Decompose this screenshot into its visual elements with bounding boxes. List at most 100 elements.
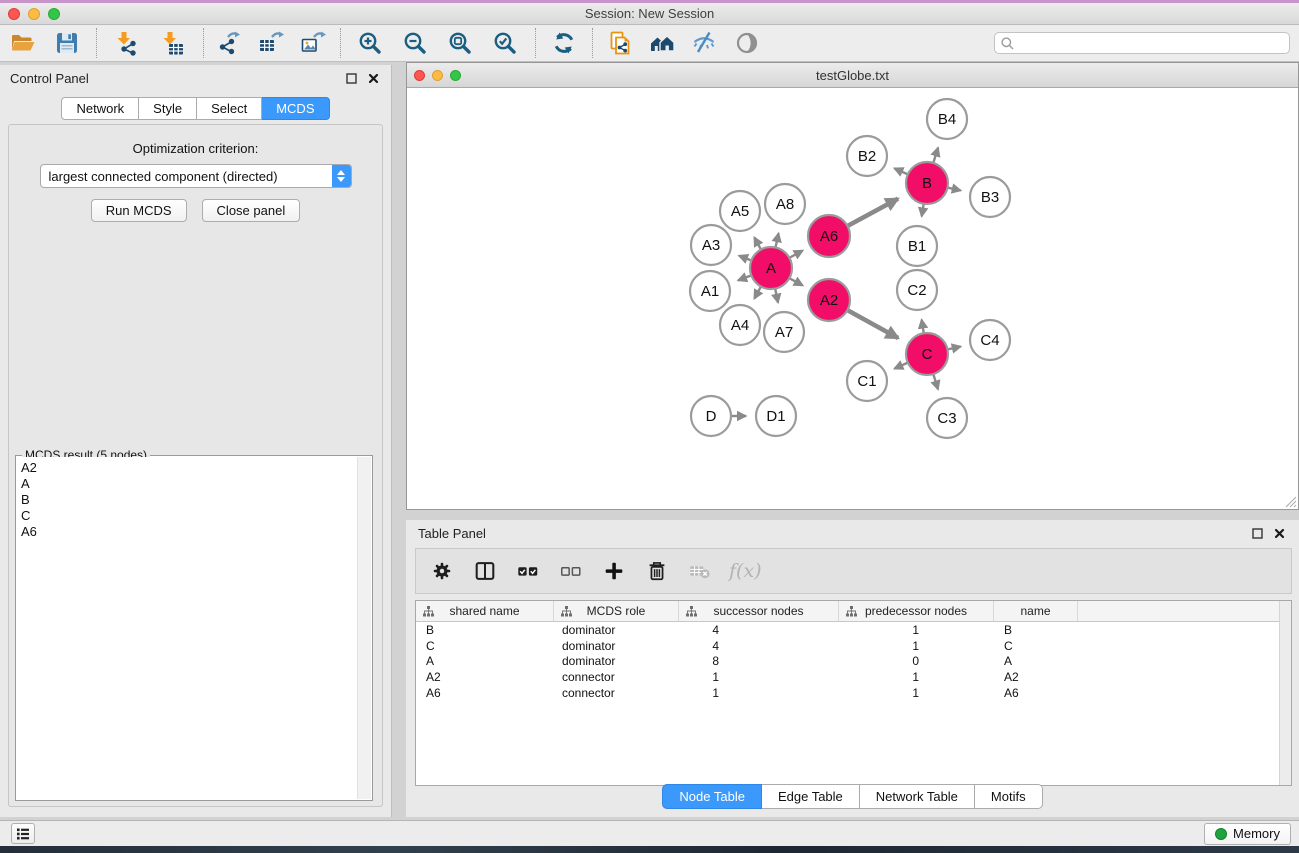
column-header-shared-name[interactable]: shared name — [416, 601, 554, 621]
graph-edge[interactable] — [775, 233, 778, 247]
table-cell: A2 — [994, 670, 1078, 684]
search-input[interactable] — [1015, 34, 1289, 52]
save-icon[interactable] — [52, 28, 82, 58]
graph-edge[interactable] — [847, 310, 898, 338]
tab-style[interactable]: Style — [139, 97, 197, 120]
graph-edge[interactable] — [922, 204, 924, 217]
criterion-dropdown[interactable]: largest connected component (directed) — [40, 164, 352, 188]
table-cell: B — [994, 623, 1078, 637]
graph-edge[interactable] — [754, 286, 761, 298]
eye-icon[interactable] — [732, 28, 762, 58]
graph-node-label: C2 — [907, 282, 926, 299]
delete-table-icon[interactable] — [686, 557, 714, 585]
import-table-icon[interactable] — [157, 28, 187, 58]
tab-motifs[interactable]: Motifs — [975, 784, 1043, 809]
result-scrollbar[interactable] — [357, 457, 371, 799]
table-cell: A6 — [994, 686, 1078, 700]
float-panel-icon[interactable] — [343, 70, 359, 86]
table-cell: C — [994, 639, 1078, 653]
result-item[interactable]: C — [21, 508, 357, 524]
table-scrollbar[interactable] — [1279, 601, 1291, 785]
add-icon[interactable] — [600, 557, 628, 585]
select-all-icon[interactable] — [514, 557, 542, 585]
graph-edge[interactable] — [947, 188, 960, 191]
table-row[interactable]: A6connector11A6 — [416, 685, 1291, 701]
table-rows: Bdominator41BCdominator41CAdominator80AA… — [416, 622, 1291, 700]
function-builder-icon[interactable]: f(x) — [729, 560, 762, 582]
mcds-result-list[interactable]: A2ABCA6 — [17, 457, 357, 799]
column-header-name[interactable]: name — [994, 601, 1078, 621]
graph-edge[interactable] — [847, 199, 898, 226]
desktop-strip — [0, 846, 1299, 853]
list-icon — [15, 826, 31, 842]
graph-edge[interactable] — [754, 237, 761, 249]
result-item[interactable]: A — [21, 476, 357, 492]
network-window-titlebar: testGlobe.txt — [407, 63, 1298, 88]
zoom-fit-icon[interactable] — [445, 28, 475, 58]
tab-edge-table[interactable]: Edge Table — [762, 784, 860, 809]
table-row[interactable]: Adominator80A — [416, 653, 1291, 669]
table-row[interactable]: Cdominator41C — [416, 638, 1291, 654]
column-header-successor-nodes[interactable]: successor nodes — [679, 601, 839, 621]
tab-network[interactable]: Network — [61, 97, 139, 120]
table-cell: connector — [554, 686, 679, 700]
column-header-MCDS-role[interactable]: MCDS role — [554, 601, 679, 621]
graph-edge[interactable] — [933, 374, 938, 389]
memory-button[interactable]: Memory — [1204, 823, 1291, 845]
zoom-out-icon[interactable] — [400, 28, 430, 58]
gear-icon[interactable] — [428, 557, 456, 585]
export-image-icon[interactable] — [298, 28, 328, 58]
column-header-predecessor-nodes[interactable]: predecessor nodes — [839, 601, 994, 621]
export-table-icon[interactable] — [256, 28, 286, 58]
table-cell: 1 — [679, 686, 839, 700]
tab-mcds[interactable]: MCDS — [262, 97, 329, 120]
graph-edge[interactable] — [922, 320, 924, 334]
graph-edge[interactable] — [739, 256, 751, 261]
tab-node-table[interactable]: Node Table — [662, 784, 762, 809]
toolbar-separator — [592, 28, 593, 58]
graph-edge[interactable] — [933, 148, 938, 163]
graph-node-label: C4 — [980, 332, 999, 349]
result-item[interactable]: B — [21, 492, 357, 508]
result-item[interactable]: A6 — [21, 524, 357, 540]
export-network-icon[interactable] — [214, 28, 244, 58]
result-item[interactable]: A2 — [21, 460, 357, 476]
graph-edge[interactable] — [789, 250, 802, 257]
network-window-title: testGlobe.txt — [407, 68, 1298, 83]
hide-icon[interactable] — [689, 28, 719, 58]
graph-edge[interactable] — [947, 347, 960, 350]
graph-edge[interactable] — [738, 275, 751, 280]
new-network-from-selection-icon[interactable] — [605, 28, 635, 58]
network-canvas[interactable]: B4B2BB3A8A5A6B1A3AA1C2A2A4A7C4CC1C3DD1 — [407, 88, 1298, 509]
graph-edge[interactable] — [894, 363, 907, 369]
table-cell: A — [994, 654, 1078, 668]
graph-node-label: C3 — [937, 410, 956, 427]
close-panel-icon[interactable] — [365, 70, 381, 86]
houses-icon[interactable] — [647, 28, 677, 58]
refresh-icon[interactable] — [549, 28, 579, 58]
table-row[interactable]: A2connector11A2 — [416, 669, 1291, 685]
delete-icon[interactable] — [643, 557, 671, 585]
graph-edge[interactable] — [775, 289, 778, 303]
resize-grip-icon[interactable] — [1283, 494, 1297, 508]
graph-edge[interactable] — [894, 168, 907, 174]
graph-node-label: A — [766, 260, 776, 277]
table-cell: dominator — [554, 623, 679, 637]
open-folder-icon[interactable] — [8, 28, 38, 58]
close-panel-button[interactable]: Close panel — [202, 199, 301, 222]
float-panel-icon[interactable] — [1249, 526, 1265, 542]
zoom-selected-icon[interactable] — [490, 28, 520, 58]
close-panel-icon[interactable] — [1271, 526, 1287, 542]
run-mcds-button[interactable]: Run MCDS — [91, 199, 187, 222]
import-network-icon[interactable] — [111, 28, 141, 58]
task-history-button[interactable] — [11, 823, 35, 844]
table-cell: B — [416, 623, 554, 637]
clear-selection-icon[interactable] — [557, 557, 585, 585]
zoom-in-icon[interactable] — [355, 28, 385, 58]
columns-icon[interactable] — [471, 557, 499, 585]
tab-network-table[interactable]: Network Table — [860, 784, 975, 809]
control-panel: Control Panel NetworkStyleSelectMCDS Opt… — [0, 65, 392, 817]
graph-edge[interactable] — [789, 278, 802, 285]
tab-select[interactable]: Select — [197, 97, 262, 120]
table-row[interactable]: Bdominator41B — [416, 622, 1291, 638]
